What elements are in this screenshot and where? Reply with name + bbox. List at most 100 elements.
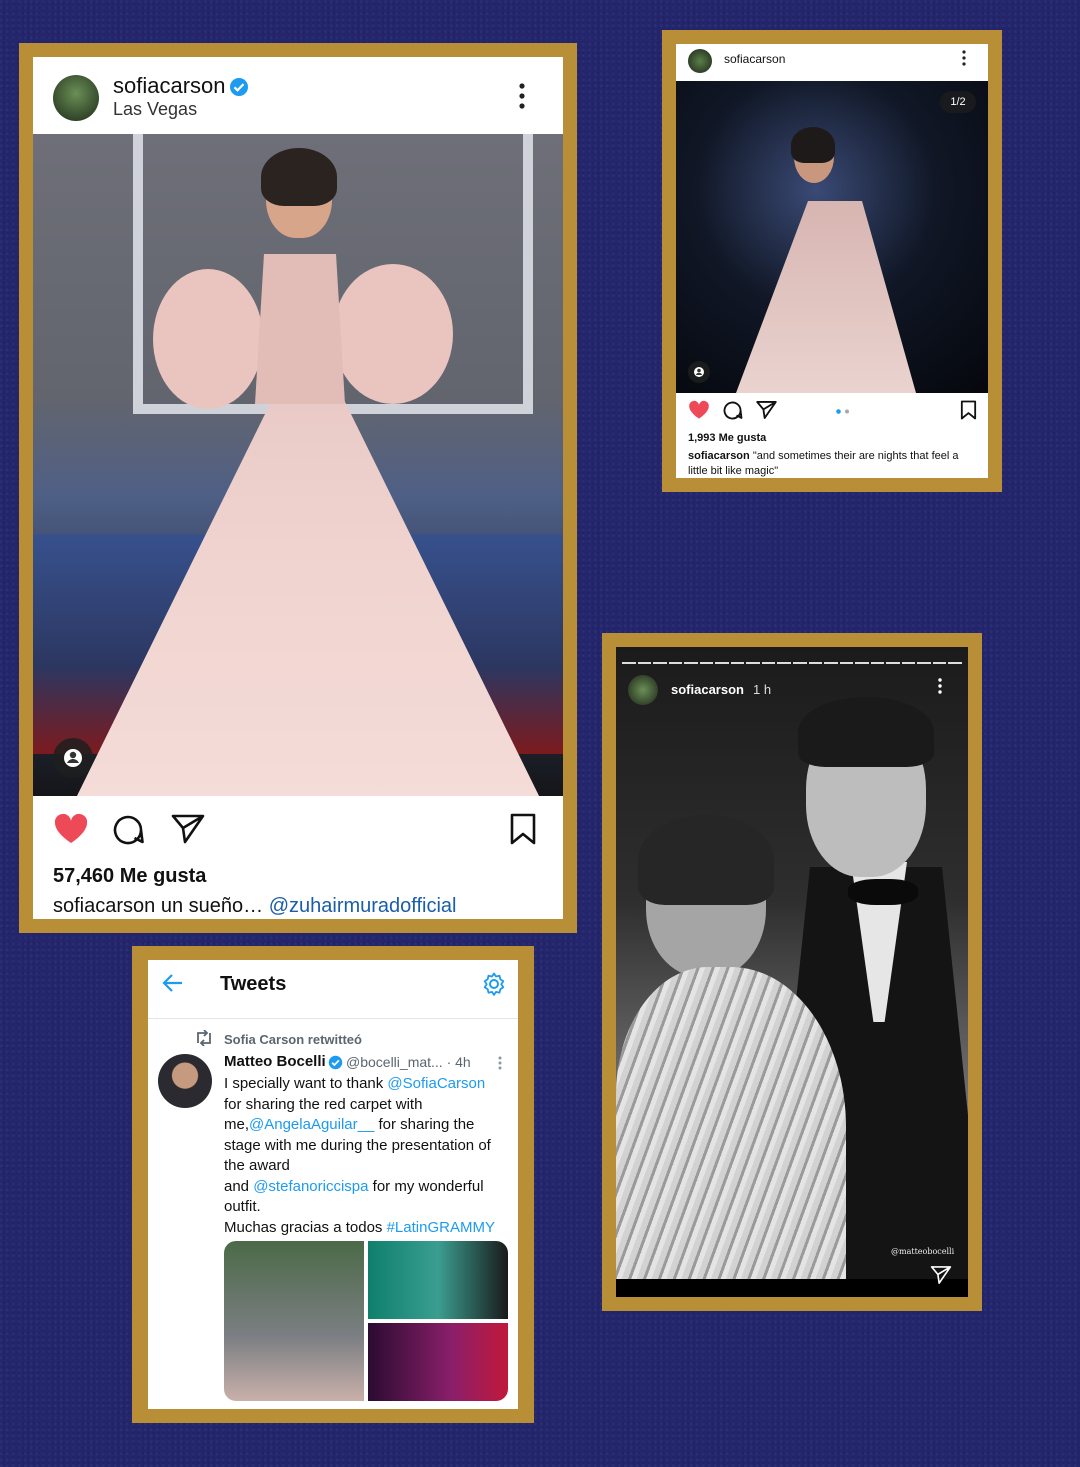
more-icon[interactable]	[519, 83, 525, 109]
story-progress-segment	[901, 662, 916, 664]
post-photo[interactable]: 1/2	[676, 81, 988, 393]
verified-icon	[328, 1055, 343, 1070]
mention-link[interactable]: @stefanoriccispa	[253, 1178, 368, 1195]
tweet-line: Muchas gracias a todos #LatinGRAMMY	[224, 1218, 495, 1236]
story-progress-segment	[668, 662, 683, 664]
carousel-counter: 1/2	[940, 91, 976, 113]
instagram-post-main: sofiacarson Las Vegas 57,460 Me gusta so…	[19, 43, 577, 933]
mention-link[interactable]: @SofiaCarson	[387, 1075, 485, 1092]
post-caption: sofiacarson un sueño… @zuhairmuradoffici…	[53, 895, 457, 918]
post-username[interactable]: sofiacarson	[113, 73, 226, 99]
page-title: Tweets	[220, 973, 287, 995]
story-photo[interactable]: @matteobocelli	[616, 647, 968, 1279]
caption-username[interactable]: sofiacarson	[53, 895, 155, 917]
story-progress-segment	[699, 662, 714, 664]
gown	[736, 201, 916, 393]
tweet-media-grid	[224, 1241, 508, 1401]
tag-user-icon[interactable]	[53, 738, 93, 778]
story-progress-segment	[839, 662, 854, 664]
story-progress-segment	[917, 662, 931, 664]
story-progress-segment	[948, 662, 962, 664]
heart-icon[interactable]	[53, 813, 89, 845]
person-hair	[791, 127, 835, 163]
story-progress-segment	[684, 662, 698, 664]
story-progress-segment	[808, 662, 823, 664]
share-icon[interactable]	[171, 813, 205, 845]
share-icon[interactable]	[756, 400, 777, 420]
post-card: sofiacarson Las Vegas 57,460 Me gusta so…	[33, 57, 563, 919]
caption-text: un sueño…	[160, 895, 264, 917]
person-hair	[798, 697, 934, 767]
story-progress-segment	[886, 662, 900, 664]
story-progress-segment	[730, 662, 745, 664]
avatar[interactable]	[53, 75, 99, 121]
likes-count[interactable]: 1,993 Me gusta	[688, 432, 766, 444]
divider	[148, 1018, 518, 1019]
story-progress-segment	[824, 662, 838, 664]
tweet-photo[interactable]	[224, 1241, 364, 1401]
tweet-line: the award	[224, 1157, 290, 1174]
story-progress-segment	[870, 662, 885, 664]
post-actions	[53, 813, 543, 849]
story-progress-segment	[793, 662, 807, 664]
comment-icon[interactable]	[722, 400, 743, 421]
bookmark-icon[interactable]	[509, 813, 537, 845]
story-progress-segment	[761, 662, 776, 664]
comment-icon[interactable]	[111, 813, 145, 847]
tweet-line: and @stefanoriccispa for my wonderful	[224, 1177, 484, 1195]
instagram-post-small: sofiacarson 1/2 1,993 Me gusta sofiacars…	[662, 30, 1002, 492]
bow-tie	[848, 879, 918, 905]
tweet-author-handle[interactable]: @bocelli_mat... · 4h	[346, 1054, 471, 1070]
tweet-photo[interactable]	[368, 1323, 508, 1401]
handle-text: @bocelli_mat...	[346, 1054, 443, 1070]
mention-link[interactable]: @AngelaAguilar__	[249, 1116, 374, 1133]
person-hair	[261, 148, 337, 206]
story-progress-segment	[637, 662, 652, 664]
more-icon[interactable]	[962, 50, 966, 66]
heart-icon[interactable]	[688, 400, 710, 420]
story-username[interactable]: sofiacarson	[671, 682, 744, 697]
avatar[interactable]	[158, 1054, 212, 1108]
tweet-line: for sharing the red carpet with	[224, 1095, 423, 1113]
story-watermark: @matteobocelli	[891, 1247, 955, 1256]
story-progress-segment	[746, 662, 760, 664]
bookmark-icon[interactable]	[960, 400, 977, 420]
tweet-card: Tweets Sofia Carson retwitteó Matteo Boc…	[148, 960, 518, 1409]
tweet-line: outfit.	[224, 1198, 261, 1215]
story-progress-segment	[855, 662, 869, 664]
tweet-author-name[interactable]: Matteo Bocelli	[224, 1053, 326, 1070]
avatar[interactable]	[628, 675, 658, 705]
post-location[interactable]: Las Vegas	[113, 99, 197, 120]
likes-count[interactable]: 57,460 Me gusta	[53, 865, 206, 888]
caption-username[interactable]: sofiacarson	[688, 450, 750, 462]
tweet-line: I specially want to thank @SofiaCarson	[224, 1075, 486, 1092]
gown-bodice	[255, 254, 345, 404]
tweet-text: I specially want to thank @SofiaCarson f…	[224, 1074, 512, 1238]
post-photo[interactable]	[33, 134, 563, 796]
tweet-line: me,@AngelaAguilar__ for sharing the	[224, 1116, 475, 1133]
instagram-story: @matteobocelli sofiacarson 1 h	[602, 633, 982, 1311]
tag-user-icon[interactable]	[688, 361, 710, 383]
tweet-photo[interactable]	[368, 1241, 508, 1319]
avatar[interactable]	[688, 49, 712, 73]
send-icon[interactable]	[930, 1265, 952, 1285]
story-progress-segment	[715, 662, 729, 664]
caption-mention[interactable]: @zuhairmuradofficial	[269, 895, 457, 917]
post-actions	[688, 400, 978, 422]
gear-icon[interactable]	[482, 972, 506, 996]
hashtag-link[interactable]: #LatinGRAMMY	[387, 1219, 495, 1236]
story-card: @matteobocelli sofiacarson 1 h	[616, 647, 968, 1297]
more-icon[interactable]	[938, 678, 942, 694]
feather-gown	[616, 967, 846, 1279]
retweet-label[interactable]: Sofia Carson retwitteó	[224, 1032, 362, 1047]
feather-sleeve-right	[333, 264, 453, 404]
post-card: sofiacarson 1/2 1,993 Me gusta sofiacars…	[676, 44, 988, 478]
carousel-dots	[836, 409, 850, 414]
story-progress-segment	[622, 662, 636, 664]
story-progress-segment	[653, 662, 667, 664]
story-time: 1 h	[753, 682, 772, 697]
post-username[interactable]: sofiacarson	[724, 52, 785, 66]
back-arrow-icon[interactable]	[162, 972, 184, 994]
more-icon[interactable]	[498, 1056, 502, 1070]
post-caption: sofiacarson "and sometimes their are nig…	[688, 449, 978, 478]
